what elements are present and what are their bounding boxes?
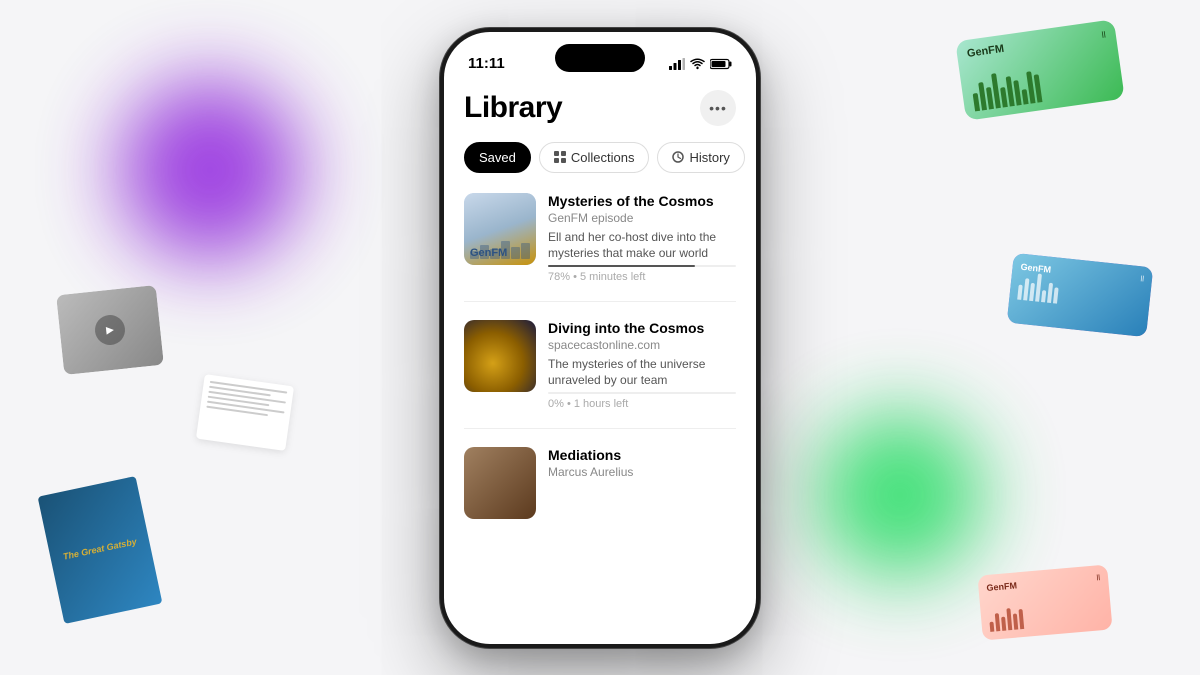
status-icons <box>669 58 732 70</box>
item-source: Marcus Aurelius <box>548 465 736 479</box>
green-glow <box>800 395 1000 595</box>
clock-icon <box>672 151 684 163</box>
progress-fill <box>548 265 695 267</box>
genfm-blue-label: GenFM <box>1020 262 1051 275</box>
gatsby-title-text: The Great Gatsby <box>62 536 138 563</box>
status-time: 11:11 <box>468 55 505 72</box>
tab-collections-label: Collections <box>571 150 635 165</box>
more-options-icon: ••• <box>709 100 727 116</box>
wifi-icon <box>690 58 705 70</box>
item-thumbnail-cosmos <box>464 320 536 392</box>
bar-5 <box>1000 87 1008 108</box>
tab-history-label: History <box>689 150 729 165</box>
battery-icon <box>710 58 732 70</box>
genfm-thumb-label: GenFM <box>470 247 507 259</box>
phone-device: 11:11 <box>440 28 760 648</box>
bar-8 <box>1022 89 1029 105</box>
item-description: The mysteries of the universe unraveled … <box>548 356 736 388</box>
genfm-pink-label: GenFM <box>986 580 1017 593</box>
library-item[interactable]: Diving into the Cosmos spacecastonline.c… <box>464 320 736 429</box>
floating-genfm-pink-card: GenFM ll <box>977 564 1112 640</box>
item-info: Mediations Marcus Aurelius <box>548 447 736 483</box>
pause-indicator: ll <box>1101 30 1106 40</box>
progress-bar <box>548 265 736 267</box>
purple-glow <box>100 60 320 280</box>
genfm-blue-bars <box>1017 278 1143 313</box>
grid-icon <box>554 151 566 163</box>
app-header: Library ••• <box>464 82 736 126</box>
floating-photo-card: ▶ <box>56 285 164 375</box>
genfm-green-label: GenFM <box>966 43 1005 60</box>
item-title: Mysteries of the Cosmos <box>548 193 736 209</box>
item-thumbnail-mediations <box>464 447 536 519</box>
bar-10 <box>1034 74 1043 102</box>
item-thumbnail-genfm: ll <box>464 193 536 265</box>
status-bar: 11:11 <box>444 32 756 82</box>
bar-7 <box>1013 80 1021 105</box>
dynamic-island <box>555 44 645 72</box>
tab-saved-label: Saved <box>479 150 516 165</box>
bar-3 <box>986 87 994 109</box>
item-description: Ell and her co-host dive into the myster… <box>548 229 736 261</box>
floating-gatsby-card: The Great Gatsby <box>38 476 163 624</box>
genfm-pink-bars <box>988 600 1103 632</box>
more-options-button[interactable]: ••• <box>700 90 736 126</box>
tabs-row: Saved Collections <box>464 142 736 173</box>
page-title: Library <box>464 91 562 125</box>
item-info: Diving into the Cosmos spacecastonline.c… <box>548 320 736 410</box>
phone-screen: 11:11 <box>444 32 756 644</box>
bar-9 <box>1026 71 1035 103</box>
genfm-green-bars <box>971 62 1114 111</box>
bar-2 <box>978 82 987 110</box>
tab-saved[interactable]: Saved <box>464 142 531 173</box>
item-info: Mysteries of the Cosmos GenFM episode El… <box>548 193 736 283</box>
bar-4 <box>991 73 1001 108</box>
library-item[interactable]: Mediations Marcus Aurelius <box>464 447 736 537</box>
item-source: GenFM episode <box>548 211 736 225</box>
app-content: Library ••• Saved <box>444 82 756 556</box>
item-meta: 0% • 1 hours left <box>548 398 736 410</box>
library-item[interactable]: ll <box>464 193 736 302</box>
item-title: Mediations <box>548 447 736 463</box>
library-list: ll <box>464 193 736 538</box>
item-meta: 78% • 5 minutes left <box>548 271 736 283</box>
phone-frame: 11:11 <box>440 28 760 648</box>
tab-collections[interactable]: Collections <box>539 142 650 173</box>
item-source: spacecastonline.com <box>548 338 736 352</box>
floating-genfm-blue-card: GenFM ll <box>1007 253 1154 337</box>
signal-icon <box>669 58 685 70</box>
bar-6 <box>1006 76 1015 106</box>
progress-bar <box>548 392 736 394</box>
item-title: Diving into the Cosmos <box>548 320 736 336</box>
floating-paper-card <box>196 374 294 451</box>
floating-genfm-green-card: GenFM ll <box>955 19 1125 120</box>
tab-history[interactable]: History <box>657 142 744 173</box>
bar-1 <box>973 93 980 112</box>
